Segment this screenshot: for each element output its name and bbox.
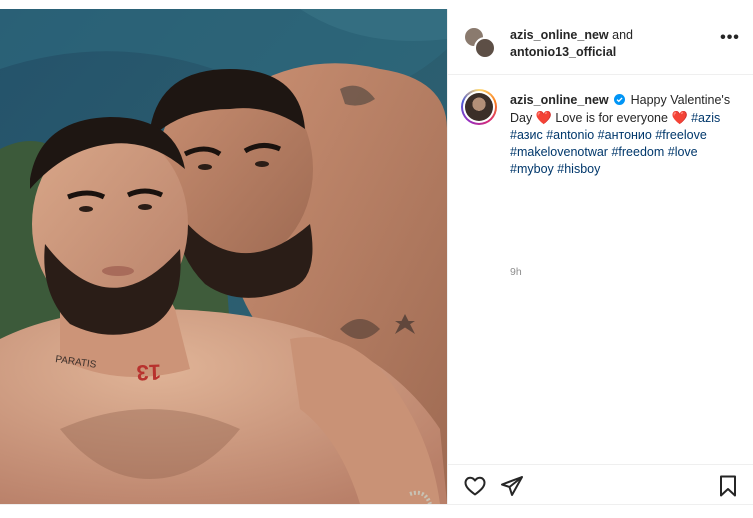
post-side-panel: azis_online_new and antonio13_official •… <box>447 9 753 504</box>
heart-emoji-1: ❤️ <box>535 110 552 125</box>
collab-avatars[interactable] <box>463 26 497 60</box>
hashtag[interactable]: #love <box>668 145 698 159</box>
caption-text: azis_online_new Happy Valentine's Day ❤️… <box>510 92 742 178</box>
instagram-post-frame: PARATIS 13 azis_online_new and antonio13… <box>0 0 753 518</box>
header-username-1[interactable]: azis_online_new <box>510 28 609 42</box>
hashtag[interactable]: #makelovenotwar <box>510 145 608 159</box>
window-top-strip <box>0 0 753 9</box>
hashtag[interactable]: #azis <box>691 111 720 125</box>
caption-avatar[interactable] <box>461 89 497 125</box>
avatar-user2[interactable] <box>474 37 496 59</box>
verified-badge-icon <box>614 94 626 105</box>
caption-part2: Love is for everyone <box>555 111 668 125</box>
hashtag[interactable]: #антонио <box>598 128 652 142</box>
post-timestamp[interactable]: 9h <box>510 266 522 278</box>
hashtag[interactable]: #hisboy <box>557 162 600 176</box>
hashtag[interactable]: #antonio <box>546 128 594 142</box>
header-username-2[interactable]: antonio13_official <box>510 45 616 59</box>
heart-outline-icon[interactable] <box>463 474 487 498</box>
post-caption: azis_online_new Happy Valentine's Day ❤️… <box>448 75 753 455</box>
hashtag[interactable]: #myboy <box>510 162 554 176</box>
paper-plane-icon[interactable] <box>500 474 524 498</box>
bookmark-icon[interactable] <box>716 474 740 498</box>
neck-tattoo-number: 13 <box>136 360 161 386</box>
window-bottom-strip <box>0 504 753 518</box>
caption-username[interactable]: azis_online_new <box>510 93 609 107</box>
collab-usernames: azis_online_new and antonio13_official <box>510 27 633 61</box>
hashtag[interactable]: #freedom <box>611 145 664 159</box>
post-actions-bar <box>448 464 753 504</box>
post-header: azis_online_new and antonio13_official •… <box>448 9 753 75</box>
hashtag[interactable]: #freelove <box>655 128 706 142</box>
heart-emoji-2: ❤️ <box>671 110 688 125</box>
avatar-photo <box>465 93 493 121</box>
post-photo[interactable]: PARATIS 13 <box>0 9 447 504</box>
photo-illustration: PARATIS 13 <box>0 9 447 504</box>
hashtag[interactable]: #азис <box>510 128 543 142</box>
header-joiner: and <box>612 28 633 42</box>
more-options-icon[interactable]: ••• <box>720 30 740 47</box>
